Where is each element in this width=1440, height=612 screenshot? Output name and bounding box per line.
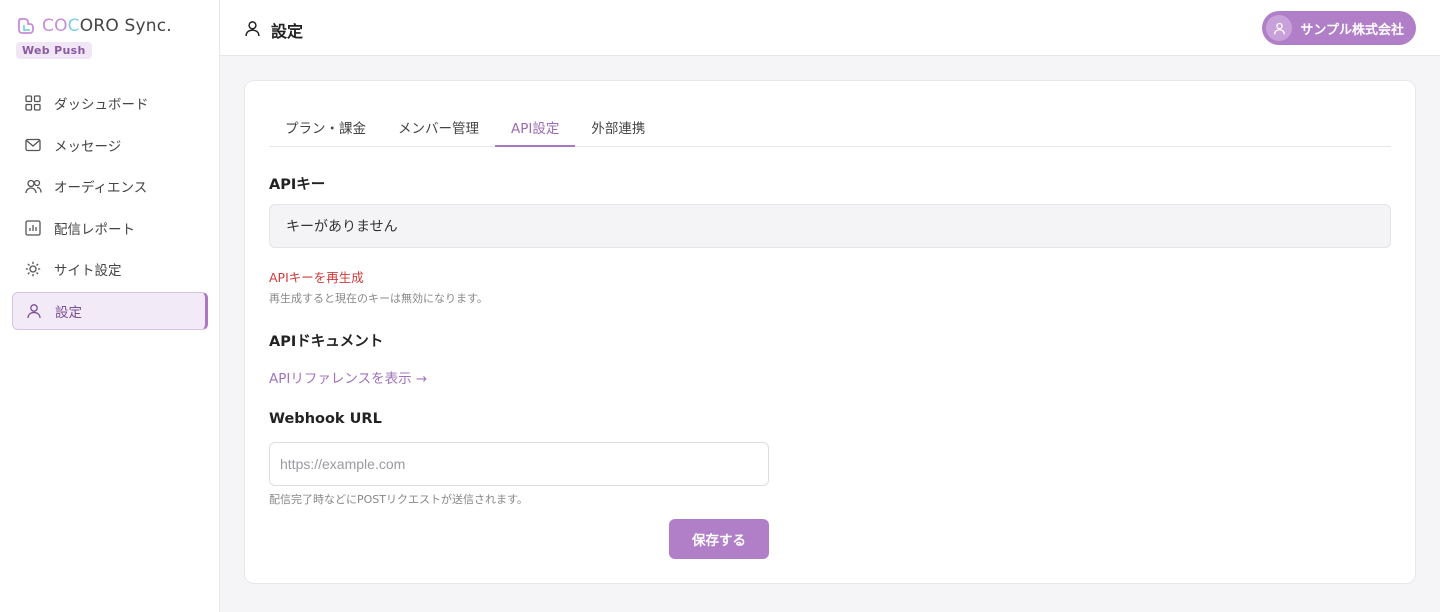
tab-plan-billing[interactable]: プラン・課金 <box>269 105 382 147</box>
settings-tabs: プラン・課金 メンバー管理 API設定 外部連携 <box>269 105 1391 147</box>
api-key-display: キーがありません <box>269 204 1391 248</box>
webhook-url-heading: Webhook URL <box>269 411 382 427</box>
sidebar-item-messages[interactable]: メッセージ <box>12 126 208 164</box>
brand-name: COCORO Sync. <box>42 16 172 36</box>
sidebar-item-label: サイト設定 <box>54 263 122 279</box>
users-icon <box>24 177 42 195</box>
chart-icon <box>24 219 42 237</box>
regenerate-help-text: 再生成すると現在のキーは無効になります。 <box>269 292 488 305</box>
grid-icon <box>24 94 42 112</box>
avatar <box>1266 15 1293 41</box>
sidebar: COCORO Sync. Web Push ダッシュボード メッセージ オーディ… <box>0 0 220 612</box>
page-title-group: 設定 <box>244 18 303 42</box>
logo[interactable]: COCORO Sync. <box>16 16 172 36</box>
sidebar-item-site-settings[interactable]: サイト設定 <box>12 250 208 288</box>
sidebar-item-audience[interactable]: オーディエンス <box>12 167 208 205</box>
api-key-value: キーがありません <box>286 219 398 235</box>
webhook-help-text: 配信完了時などにPOSTリクエストが送信されます。 <box>269 493 528 506</box>
settings-card: プラン・課金 メンバー管理 API設定 外部連携 APIキー キーがありません … <box>244 80 1416 584</box>
sidebar-item-label: 配信レポート <box>54 221 135 238</box>
page-title: 設定 <box>271 22 304 41</box>
tab-api-settings[interactable]: API設定 <box>495 105 576 147</box>
company-name: サンプル株式会社 <box>1300 22 1404 38</box>
mail-icon <box>24 136 42 154</box>
top-header: 設定 サンプル株式会社 <box>220 0 1440 56</box>
save-button[interactable]: 保存する <box>669 519 769 559</box>
api-reference-link[interactable]: APIリファレンスを表示 → <box>269 367 427 387</box>
regenerate-api-key-link[interactable]: APIキーを再生成 <box>269 267 364 286</box>
product-badge: Web Push <box>16 42 92 59</box>
sidebar-item-label: メッセージ <box>54 138 122 155</box>
sidebar-item-label: 設定 <box>55 304 82 321</box>
sidebar-item-reports[interactable]: 配信レポート <box>12 209 208 247</box>
sidebar-nav: ダッシュボード メッセージ オーディエンス 配信レポート サイト設定 設定 <box>12 84 208 333</box>
logo-mark-icon <box>18 18 34 34</box>
webhook-url-input[interactable] <box>269 442 769 486</box>
api-docs-heading: APIドキュメント <box>269 334 384 350</box>
tab-members[interactable]: メンバー管理 <box>382 105 495 147</box>
sidebar-item-label: ダッシュボード <box>54 97 149 113</box>
api-key-heading: APIキー <box>269 177 326 193</box>
user-icon <box>25 302 43 320</box>
user-icon <box>244 20 261 41</box>
gear-icon <box>24 260 42 278</box>
tab-integrations[interactable]: 外部連携 <box>575 105 661 147</box>
company-account-button[interactable]: サンプル株式会社 <box>1262 11 1416 45</box>
sidebar-item-label: オーディエンス <box>54 180 148 196</box>
sidebar-item-dashboard[interactable]: ダッシュボード <box>12 84 208 122</box>
sidebar-item-settings[interactable]: 設定 <box>12 291 208 330</box>
